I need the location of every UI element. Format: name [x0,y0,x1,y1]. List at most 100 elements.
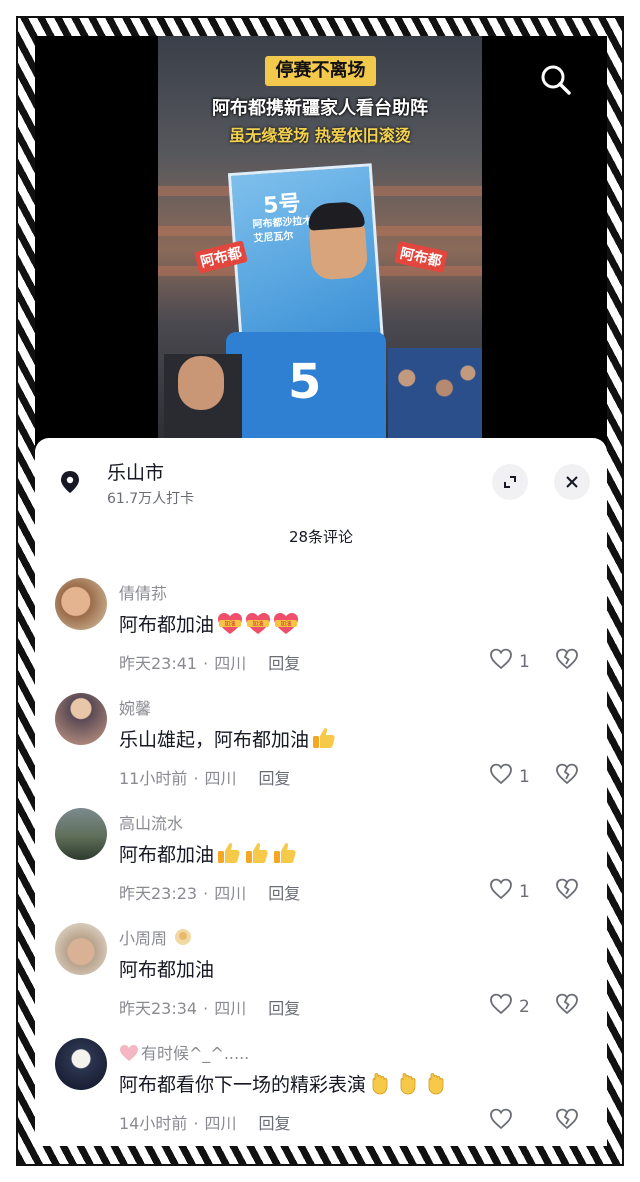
comment-text-content: 阿布都加油 [119,959,215,981]
heart-icon [489,648,513,675]
svg-text:加油: 加油 [225,620,237,628]
like-button[interactable] [489,1108,519,1135]
comment-meta: 昨天23:34 · 四川 回复 [119,995,300,1019]
fan-person [164,354,242,446]
fan-head [178,356,224,410]
dislike-icon[interactable] [555,1108,579,1134]
reply-button[interactable]: 回复 [268,884,300,903]
comment-time: 11小时前 [119,769,188,788]
comment-meta: 11小时前 · 四川 回复 [119,765,291,789]
dislike-icon[interactable] [555,878,579,904]
like-button[interactable]: 1 [489,878,530,905]
avatar[interactable] [55,1038,107,1090]
comment-username-text: 有时候^_^..... [141,1044,250,1063]
video-subline: 虽无缘登场 热爱依旧滚烫 [229,126,411,145]
like-count: 1 [519,881,530,902]
banner-portrait-hair [307,200,365,231]
location-title[interactable]: 乐山市 [107,458,164,485]
avatar[interactable] [55,808,107,860]
comment-text: 乐山雄起，阿布都加油 [119,725,337,752]
close-button[interactable] [554,464,590,500]
reply-button[interactable]: 回复 [258,1114,290,1133]
comment-item: 高山流水 阿布都加油 昨天23:23 · 四川 回复 1 [35,808,607,918]
dislike-icon[interactable] [555,648,579,674]
comment-text: 阿布都看你下一场的精彩表演 [119,1070,450,1097]
comment-item: 小周周 阿布都加油 昨天23:34 · 四川 回复 2 [35,923,607,1033]
avatar[interactable] [55,578,107,630]
fan-banner: 5号 阿布都沙拉木 艾尼瓦尔 [227,163,385,353]
comment-meta: 14小时前 · 四川 回复 [119,1110,291,1134]
banner-name-line: 艾尼瓦尔 [253,230,294,245]
comment-meta: 昨天23:41 · 四川 回复 [119,650,300,674]
separator-dot: · [203,999,209,1018]
fist-emoji-icon [424,1071,450,1095]
app-screen: 停赛不离场 阿布都携新疆家人看台助阵 虽无缘登场 热爱依旧滚烫 5号 阿布都沙拉… [35,36,607,1146]
comment-text-content: 阿布都加油 [119,614,215,636]
like-button[interactable]: 1 [489,763,530,790]
reply-button[interactable]: 回复 [258,769,290,788]
comment-text-content: 阿布都看你下一场的精彩表演 [119,1074,367,1096]
comment-region: 四川 [204,1114,237,1133]
expand-icon [504,476,516,488]
video-player[interactable]: 停赛不离场 阿布都携新疆家人看台助阵 虽无缘登场 热爱依旧滚烫 5号 阿布都沙拉… [158,36,482,446]
heart-icon [489,1108,513,1135]
comment-item: 倩倩荪 阿布都加油 加油 加油 加油 昨天23:41 · 四川 回复 1 [35,578,607,688]
comment-text: 阿布都加油 加油 加油 加油 [119,610,299,637]
comment-item: 有时候^_^..... 阿布都看你下一场的精彩表演 14小时前 · 四川 回复 [35,1038,607,1146]
emoji-group [214,841,298,866]
jersey-number: 5 [288,354,322,410]
emoji-group [366,1071,450,1096]
separator-dot: · [203,884,209,903]
jiayou-emoji-icon: 加油 [272,611,299,635]
jiayou-emoji-icon: 加油 [216,611,243,635]
comment-username[interactable]: 有时候^_^..... [119,1040,249,1064]
like-button[interactable]: 2 [489,993,530,1020]
like-count: 1 [519,651,530,672]
fist-emoji-icon [368,1071,394,1095]
expand-button[interactable] [492,464,528,500]
comment-time: 昨天23:41 [119,654,198,673]
comment-meta: 昨天23:23 · 四川 回复 [119,880,300,904]
location-checkins: 61.7万人打卡 [107,491,195,507]
avatar[interactable] [55,693,107,745]
comment-username[interactable]: 倩倩荪 [119,580,167,604]
thumb-emoji-icon [216,841,242,865]
emoji-group [309,726,337,751]
comment-username[interactable]: 婉馨 [119,695,151,719]
heart-icon [489,763,513,790]
heart-icon [489,878,513,905]
like-count: 2 [519,996,530,1017]
banner-name: 阿布都沙拉木 艾尼瓦尔 [252,214,314,246]
comment-time: 14小时前 [119,1114,188,1133]
comment-time: 昨天23:34 [119,999,198,1018]
comment-region: 四川 [204,769,237,788]
separator-dot: · [193,1114,199,1133]
like-count: 1 [519,766,530,787]
crowd [388,348,482,446]
comment-text: 阿布都加油 [119,840,298,867]
svg-text:加油: 加油 [253,620,265,628]
video-headline: 阿布都携新疆家人看台助阵 [212,98,428,119]
like-button[interactable]: 1 [489,648,530,675]
thumb-emoji-icon [311,726,337,750]
dislike-icon[interactable] [555,763,579,789]
comment-region: 四川 [214,884,247,903]
jiayou-emoji-icon: 加油 [244,611,271,635]
jersey: 5 [226,332,386,446]
fist-emoji-icon [396,1071,422,1095]
reply-button[interactable]: 回复 [268,999,300,1018]
avatar[interactable] [55,923,107,975]
dislike-icon[interactable] [555,993,579,1019]
comment-region: 四川 [214,654,247,673]
comment-item: 婉馨 乐山雄起，阿布都加油 11小时前 · 四川 回复 1 [35,693,607,803]
comment-time: 昨天23:23 [119,884,198,903]
reply-button[interactable]: 回复 [268,654,300,673]
svg-text:加油: 加油 [281,620,293,628]
thumb-emoji-icon [244,841,270,865]
heart-icon [489,993,513,1020]
comment-text-content: 乐山雄起，阿布都加油 [119,729,310,751]
search-icon[interactable] [538,62,574,98]
comment-username[interactable]: 高山流水 [119,810,183,834]
comment-count: 28条评论 [288,528,354,546]
comment-username[interactable]: 小周周 [119,925,192,949]
